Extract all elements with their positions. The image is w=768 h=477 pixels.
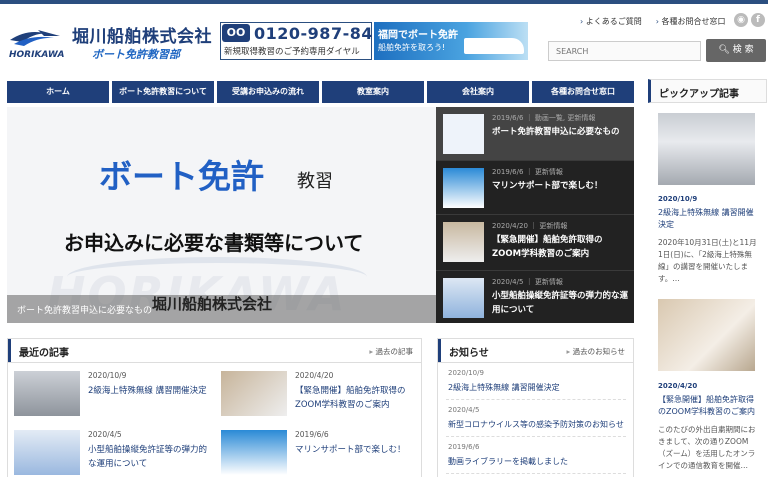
slide-item[interactable]: 2020/4/20 ｜ 更新情報 【緊急開催】船舶免許取得のZOOM学科教習のご… <box>436 215 634 271</box>
phone-number: 0120-987-841 <box>254 24 385 43</box>
search-button[interactable]: 🔍︎ 検 索 <box>706 39 766 62</box>
slide-thumbnail <box>443 168 484 208</box>
news-title-link: 動画ライブラリーを掲載しました <box>448 457 568 466</box>
top-links: よくあるご質問 各種お問合せ窓口 <box>580 16 740 27</box>
boat-image <box>464 38 524 54</box>
slide-thumbnail <box>443 114 484 154</box>
main-nav: ホーム ボート免許教習について 受講お申込みの流れ 教室案内 会社案内 各種お問… <box>7 81 634 103</box>
freedial-icon: OO <box>222 24 250 42</box>
pickup-image[interactable] <box>658 299 755 371</box>
nav-flow[interactable]: 受講お申込みの流れ <box>217 81 319 103</box>
recent-articles: 最近の記事 過去の記事 2020/10/9 2級海上特殊無線 講習開催決定 20… <box>7 338 422 477</box>
article-card[interactable]: 2020/4/20 【緊急開催】船舶免許取得のZOOM学科教習のご案内 <box>215 365 419 420</box>
slide-meta: 2019/6/6 ｜ 動画一覧, 更新情報 <box>492 114 596 122</box>
pickup-image[interactable] <box>658 113 755 185</box>
recent-title: 最近の記事 <box>8 339 77 362</box>
slide-thumbnail <box>443 278 484 318</box>
search-input[interactable] <box>548 41 701 61</box>
slide-title: 【緊急開催】船舶免許取得のZOOM学科教習のご案内 <box>492 235 603 259</box>
pickup-date: 2020/10/9 <box>658 195 698 203</box>
slide-item[interactable]: 2019/6/6 ｜ 動画一覧, 更新情報 ボート免許教習申込に必要なもの <box>436 107 634 161</box>
article-card[interactable]: 2020/4/5 小型船舶操縦免許証等の弾力的な運用について <box>8 424 212 477</box>
article-date: 2019/6/6 <box>295 430 329 439</box>
pickup-excerpt: このたびの外出自粛期間におきまして、次の通りZOOM（ズーム）を活用したオンライ… <box>658 425 756 470</box>
pickup-title[interactable]: 【緊急開催】船舶免許取得のZOOM学科教習のご案内 <box>658 394 758 418</box>
nav-home[interactable]: ホーム <box>7 81 109 103</box>
slide-item[interactable]: 2019/6/6 ｜ 更新情報 マリンサポート部で楽しむ！ <box>436 161 634 215</box>
logo-text: HORIKAWA <box>9 50 65 60</box>
banner-line2: 船舶免許を取ろう! <box>378 43 446 52</box>
news-title-link: 新型コロナウイルス等の感染予防対策のお知らせ <box>448 420 624 429</box>
article-title: 小型船舶操縦免許証等の弾力的な運用について <box>88 445 208 469</box>
company-name: 堀川船舶株式会社 <box>72 27 212 47</box>
slide-list: 2019/6/6 ｜ 動画一覧, 更新情報 ボート免許教習申込に必要なもの 20… <box>436 107 634 323</box>
news-more-link[interactable]: 過去のお知らせ <box>566 346 625 357</box>
recent-more-link[interactable]: 過去の記事 <box>369 346 414 357</box>
nav-contact[interactable]: 各種お問合せ窓口 <box>532 81 634 103</box>
page: HORIKAWA 堀川船舶株式会社 ボート免許教習部 OO 0120-987-8… <box>0 0 768 477</box>
news-date: 2020/10/9 <box>448 369 484 377</box>
article-card[interactable]: 2019/6/6 マリンサポート部で楽しむ！ <box>215 424 419 477</box>
news-title: お知らせ <box>438 339 497 362</box>
slide-title: ボート免許教習申込に必要なもの <box>492 127 620 137</box>
pickup-excerpt: 2020年10月31日(土)と11月1日(日)に、「2級海上特殊無線」の講習を開… <box>658 238 757 283</box>
article-title: 【緊急開催】船舶免許取得のZOOM学科教習のご案内 <box>295 386 406 410</box>
top-accent-bar <box>0 0 768 4</box>
article-thumbnail <box>221 430 287 475</box>
article-date: 2020/4/20 <box>295 371 334 380</box>
horikawa-logo[interactable]: HORIKAWA <box>8 24 70 60</box>
article-thumbnail <box>14 430 80 475</box>
slide-item[interactable]: 2020/4/5 ｜ 更新情報 小型船舶操縦免許証等の弾力的な運用について <box>436 271 634 323</box>
phone-subtitle: 新規取得教習のご予約専用ダイヤル <box>224 47 360 57</box>
banner-line1: 福岡でボート免許 <box>378 30 458 41</box>
news-item[interactable]: 2019/6/6 動画ライブラリーを掲載しました <box>446 439 626 474</box>
article-thumbnail <box>221 371 287 416</box>
slide-thumbnail <box>443 222 484 262</box>
article-date: 2020/4/5 <box>88 430 122 439</box>
nav-classroom[interactable]: 教室案内 <box>322 81 424 103</box>
hero-slider[interactable]: HORIKAWA ボート免許 教習 お申込みに必要な書類等について ボート免許教… <box>7 107 436 323</box>
slide-meta: 2020/4/5 ｜ 更新情報 <box>492 278 563 286</box>
facebook-icon[interactable]: f <box>751 13 765 27</box>
contact-link[interactable]: 各種お問合せ窓口 <box>656 17 726 26</box>
search-button-label: 検 索 <box>732 45 754 55</box>
article-thumbnail <box>14 371 80 416</box>
news-item[interactable]: 2020/10/9 2級海上特殊無線 講習開催決定 <box>446 365 626 400</box>
hero-heading-sub: 教習 <box>297 171 333 192</box>
article-date: 2020/10/9 <box>88 371 127 380</box>
news-date: 2020/4/5 <box>448 406 480 414</box>
hero-company: 堀川船舶株式会社 <box>152 295 273 313</box>
article-title: マリンサポート部で楽しむ！ <box>295 445 406 455</box>
article-card[interactable]: 2020/10/9 2級海上特殊無線 講習開催決定 <box>8 365 212 420</box>
slide-title: マリンサポート部で楽しむ！ <box>492 181 603 191</box>
sidebar-title: ピックアップ記事 <box>648 79 767 103</box>
news-header: お知らせ 過去のお知らせ <box>438 339 633 363</box>
news-item[interactable]: 2020/4/5 新型コロナウイルス等の感染予防対策のお知らせ <box>446 402 626 437</box>
recent-header: 最近の記事 過去の記事 <box>8 339 421 363</box>
news-title-link: 2級海上特殊無線 講習開催決定 <box>448 383 560 392</box>
news-date: 2019/6/6 <box>448 443 480 451</box>
hero-heading: ボート免許 <box>99 157 264 196</box>
slide-meta: 2020/4/20 ｜ 更新情報 <box>492 222 568 230</box>
hero-subheading: お申込みに必要な書類等について <box>64 231 364 255</box>
rss-icon[interactable]: ◉ <box>734 13 748 27</box>
article-title: 2級海上特殊無線 講習開催決定 <box>88 386 207 396</box>
news-section: お知らせ 過去のお知らせ 2020/10/9 2級海上特殊無線 講習開催決定 2… <box>437 338 634 477</box>
header-banner[interactable]: 福岡でボート免許 船舶免許を取ろう! <box>374 22 528 60</box>
tagline: ボート免許教習部 <box>92 48 180 61</box>
slide-title: 小型船舶操縦免許証等の弾力的な運用について <box>492 291 629 315</box>
faq-link[interactable]: よくあるご質問 <box>580 17 642 26</box>
search-icon: 🔍︎ <box>718 45 733 55</box>
pickup-title[interactable]: 2級海上特殊無線 講習開催決定 <box>658 207 758 231</box>
nav-company[interactable]: 会社案内 <box>427 81 529 103</box>
sidebar: ピックアップ記事 2020/10/9 2級海上特殊無線 講習開催決定 2020年… <box>648 79 767 477</box>
slide-meta: 2019/6/6 ｜ 更新情報 <box>492 168 563 176</box>
nav-course[interactable]: ボート免許教習について <box>112 81 214 103</box>
pickup-date: 2020/4/20 <box>658 382 698 390</box>
